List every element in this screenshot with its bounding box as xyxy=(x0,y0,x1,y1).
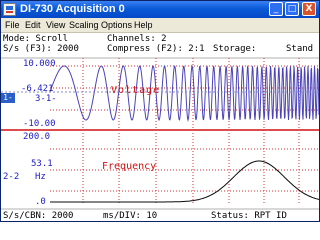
channels-label: Channels: 2 xyxy=(107,34,167,44)
frequency-grid xyxy=(50,133,319,205)
chart-area: Mode: Scroll Channels: 2 S/s (F3): 2000 … xyxy=(1,33,319,221)
compress-label[interactable]: Compress (F2): 2:1 xyxy=(107,44,205,54)
mode-label: Mode: Scroll xyxy=(3,34,69,44)
voltage-top-value: 10.000 xyxy=(23,59,56,69)
close-button[interactable]: X xyxy=(302,2,316,16)
menu-options[interactable]: Options xyxy=(101,19,132,31)
status-ms-per-div[interactable]: ms/DIV: 10 xyxy=(103,211,157,221)
voltage-channel-label: Voltage xyxy=(111,85,161,96)
voltage-waveform xyxy=(49,64,319,122)
frequency-value: 53.1 xyxy=(31,159,53,169)
voltage-cursor-sub: 3-1- xyxy=(35,94,57,104)
channel1-selector[interactable]: 1-1 xyxy=(1,93,15,112)
status-sample-rate[interactable]: S/s/CBN: 2000 xyxy=(3,211,73,221)
storage-label: Storage: xyxy=(213,44,257,54)
application-window: DI-730 Acquisition 0 _ □ X File Edit Vie… xyxy=(0,0,320,222)
minimize-button[interactable]: _ xyxy=(269,2,283,16)
frequency-channel-label: Frequency xyxy=(102,161,157,172)
frequency-top-value: 200.0 xyxy=(23,132,51,142)
menu-edit[interactable]: Edit xyxy=(25,19,41,31)
voltage-cursor-value: -6.421 xyxy=(21,84,54,94)
menu-help[interactable]: Help xyxy=(134,19,153,31)
menu-file[interactable]: File xyxy=(5,19,20,31)
menu-bar: File Edit View Scaling Options Help xyxy=(1,18,319,33)
menu-scaling[interactable]: Scaling xyxy=(69,19,99,31)
app-icon[interactable] xyxy=(3,3,16,16)
maximize-button[interactable]: □ xyxy=(285,2,299,16)
window-title: DI-730 Acquisition 0 xyxy=(20,3,125,15)
title-bar[interactable]: DI-730 Acquisition 0 _ □ X xyxy=(1,1,319,18)
storage-value[interactable]: Stand xyxy=(286,44,313,54)
frequency-bottom-value: .0 xyxy=(35,197,46,207)
channel2-selector[interactable]: 2-2 xyxy=(3,172,19,182)
sample-rate-label[interactable]: S/s (F3): 2000 xyxy=(3,44,79,54)
status-state: Status: RPT ID xyxy=(211,211,287,221)
menu-view[interactable]: View xyxy=(46,19,65,31)
voltage-bottom-value: -10.00 xyxy=(23,119,56,129)
frequency-unit: Hz xyxy=(35,172,46,182)
frequency-trace xyxy=(50,160,319,203)
